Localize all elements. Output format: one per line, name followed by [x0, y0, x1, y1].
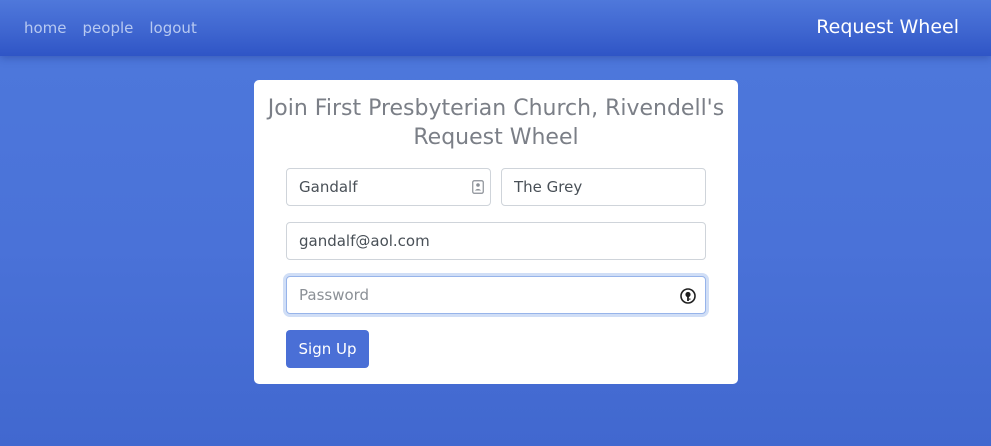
password-input[interactable]	[287, 277, 705, 313]
contact-card-icon[interactable]	[472, 180, 484, 194]
signup-card: Join First Presbyterian Church, Rivendel…	[254, 80, 738, 384]
first-name-input[interactable]	[287, 169, 490, 205]
password-key-icon[interactable]	[680, 288, 696, 304]
email-input[interactable]	[287, 223, 705, 259]
email-field	[286, 222, 706, 260]
sign-up-button[interactable]: Sign Up	[286, 330, 369, 368]
first-name-field	[286, 168, 491, 206]
last-name-field	[501, 168, 706, 206]
nav-link-logout[interactable]: logout	[149, 18, 196, 38]
brand-link[interactable]: Request Wheel	[816, 15, 959, 39]
password-field	[286, 276, 706, 314]
nav-link-home[interactable]: home	[24, 18, 67, 38]
nav-link-people[interactable]: people	[83, 18, 134, 38]
signup-title: Join First Presbyterian Church, Rivendel…	[267, 96, 725, 150]
last-name-input[interactable]	[502, 169, 705, 205]
nav-links: home people logout	[24, 18, 197, 38]
top-navbar: home people logout Request Wheel	[0, 0, 991, 56]
